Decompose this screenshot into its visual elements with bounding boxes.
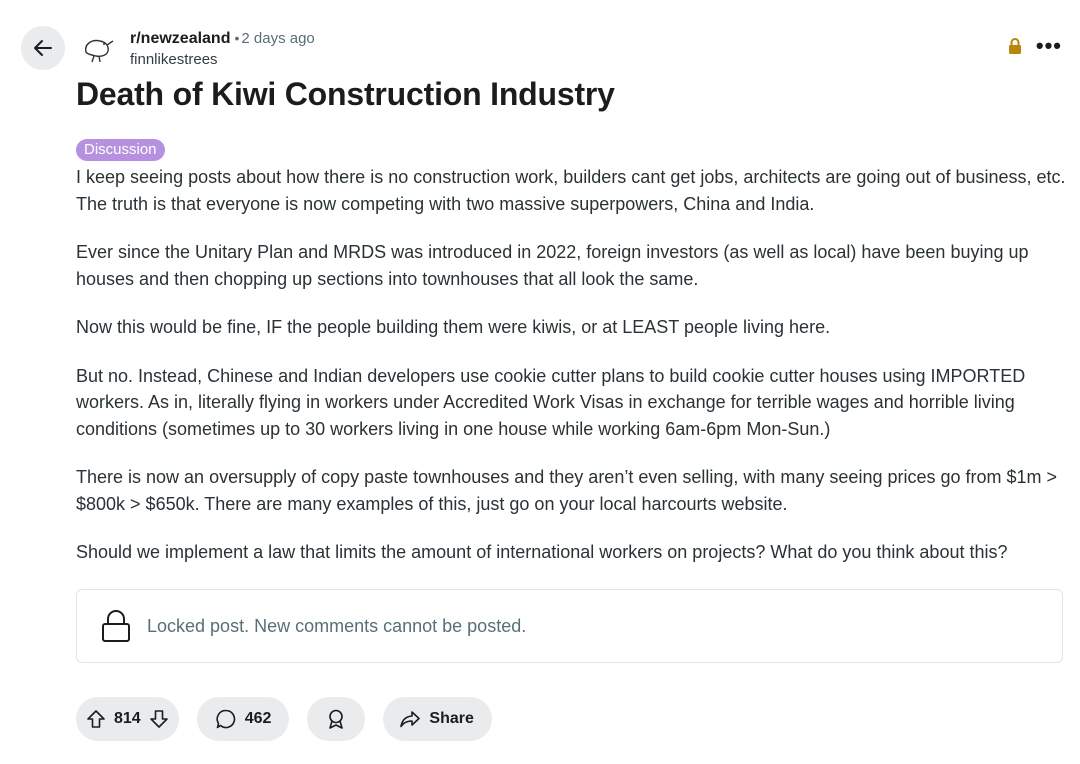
subreddit-avatar[interactable] <box>80 30 116 66</box>
author-link[interactable]: finnlikestrees <box>130 50 315 70</box>
comment-bubble-icon <box>216 709 235 729</box>
share-button[interactable]: Share <box>383 697 492 741</box>
arrow-left-icon <box>34 40 52 56</box>
vote-control: 814 <box>76 697 179 741</box>
back-button[interactable] <box>21 26 65 70</box>
post-meta: r/newzealand • 2 days ago finnlikestrees <box>130 28 315 70</box>
post-paragraph: There is now an oversupply of copy paste… <box>76 467 1058 514</box>
vote-count: 814 <box>114 710 141 727</box>
share-arrow-icon <box>400 711 421 728</box>
more-options-icon[interactable]: ••• <box>1036 35 1062 57</box>
locked-notice: Locked post. New comments cannot be post… <box>76 589 1063 663</box>
post-time: 2 days ago <box>241 30 315 47</box>
lock-icon <box>1008 38 1021 54</box>
meta-separator: • <box>234 30 240 46</box>
award-icon <box>329 709 344 729</box>
share-label: Share <box>429 710 474 727</box>
upvote-button[interactable] <box>86 709 106 729</box>
post-action-bar: 814 462 Share <box>76 697 492 741</box>
post-paragraph: Should we implement a law that limits th… <box>76 542 1008 562</box>
downvote-button[interactable] <box>149 709 169 729</box>
locked-notice-text: Locked post. New comments cannot be post… <box>147 615 527 636</box>
downvote-arrow-icon <box>149 710 168 728</box>
post-title: Death of Kiwi Construction Industry <box>76 76 615 112</box>
post-top-actions: ••• <box>1008 35 1062 57</box>
post-paragraph: I keep seeing posts about how there is n… <box>76 167 1066 214</box>
post-paragraph: Ever since the Unitary Plan and MRDS was… <box>76 242 1029 289</box>
upvote-arrow-icon <box>87 710 105 728</box>
post-body: I keep seeing posts about how there is n… <box>76 164 1071 588</box>
post-flair[interactable]: Discussion <box>76 139 165 161</box>
post-paragraph: Now this would be fine, IF the people bu… <box>76 317 831 337</box>
lock-outline-icon <box>102 610 130 642</box>
post-paragraph: But no. Instead, Chinese and Indian deve… <box>76 365 1026 439</box>
subreddit-link[interactable]: r/newzealand <box>130 30 230 47</box>
award-button[interactable] <box>307 697 366 741</box>
kiwi-bird-icon <box>85 39 114 63</box>
comment-count: 462 <box>244 710 272 727</box>
comments-button[interactable]: 462 <box>196 697 290 741</box>
